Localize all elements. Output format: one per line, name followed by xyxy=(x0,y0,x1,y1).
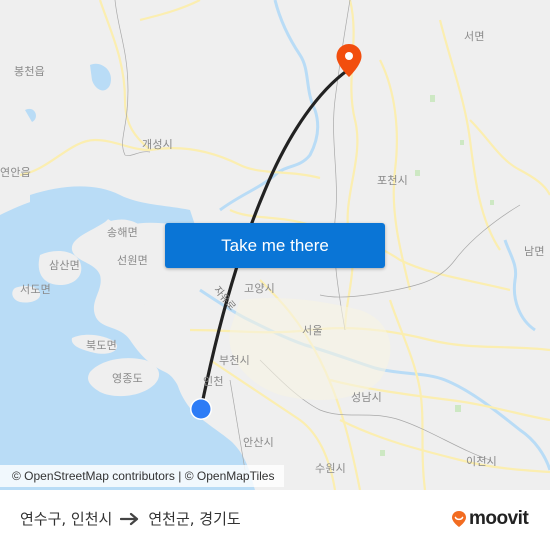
place-label: 송해면 xyxy=(107,226,138,239)
lake-west xyxy=(25,108,36,122)
moovit-brand[interactable]: moovit xyxy=(451,508,529,530)
destination-pin-icon[interactable] xyxy=(335,43,363,79)
place-label: 서면 xyxy=(464,30,485,43)
place-label: 고양시 xyxy=(244,282,275,295)
map-attribution[interactable]: © OpenStreetMap contributors | © OpenMap… xyxy=(0,465,285,487)
place-label: 남면 xyxy=(524,245,545,258)
place-label: 북도면 xyxy=(86,339,117,352)
place-label: 영종도 xyxy=(112,372,143,385)
place-label: 성남시 xyxy=(351,391,382,404)
place-label: 서울 xyxy=(302,324,323,337)
origin-name: 연수구, 인천시 xyxy=(20,510,113,528)
place-label: 인천 xyxy=(203,375,224,388)
map-view[interactable]: 봉천읍 개성시 연안읍 서면 포천시 송해면 선원면 삼산면 서도면 고양시 남… xyxy=(0,0,550,490)
place-label: 개성시 xyxy=(142,138,173,151)
arrow-right-icon xyxy=(120,512,140,526)
seoul-urban xyxy=(229,298,391,400)
place-label: 봉천읍 xyxy=(14,65,45,78)
place-label: 삼산면 xyxy=(49,259,80,272)
place-label: 서도면 xyxy=(20,283,51,296)
place-label: 부천시 xyxy=(219,354,250,367)
brand-name: moovit xyxy=(469,508,529,529)
take-me-there-button[interactable]: Take me there xyxy=(165,223,385,268)
place-label: 선원면 xyxy=(117,254,148,267)
moovit-logo-icon xyxy=(452,511,466,527)
destination-name: 연천군, 경기도 xyxy=(148,510,241,528)
origin-dot-icon[interactable] xyxy=(189,397,213,421)
place-label: 안산시 xyxy=(243,436,274,449)
lake-nw xyxy=(90,63,111,91)
place-label: 포천시 xyxy=(377,174,408,187)
place-label: 수원시 xyxy=(315,462,346,475)
route-title: 연수구, 인천시 연천군, 경기도 xyxy=(20,508,241,529)
attribution-text[interactable]: © OpenStreetMap contributors | © OpenMap… xyxy=(12,469,274,483)
place-label: 연안읍 xyxy=(0,166,31,179)
place-label: 이천시 xyxy=(466,455,497,468)
